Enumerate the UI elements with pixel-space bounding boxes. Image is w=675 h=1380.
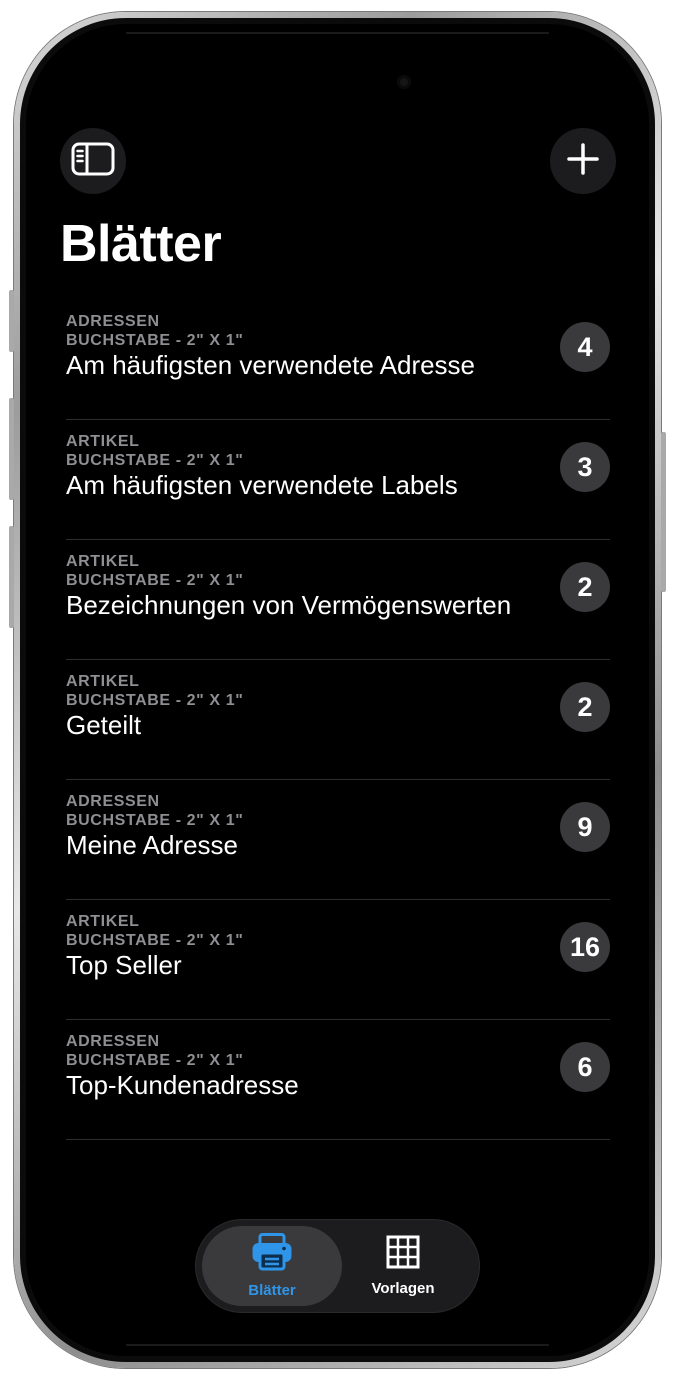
- tab-blaetter[interactable]: Blätter: [202, 1226, 342, 1306]
- sheet-name: Meine Adresse: [66, 830, 238, 860]
- sidebar-icon: [71, 142, 115, 181]
- sheet-size: BUCHSTABE - 2" X 1": [66, 452, 244, 469]
- sheet-row-1[interactable]: ARTIKEL BUCHSTABE - 2" X 1" Am häufigste…: [66, 420, 610, 540]
- sheet-size: BUCHSTABE - 2" X 1": [66, 932, 244, 949]
- sheet-category: ARTIKEL: [66, 433, 140, 450]
- front-camera: [397, 75, 411, 89]
- sheet-category: ADRESSEN: [66, 793, 160, 810]
- sheet-category: ARTIKEL: [66, 913, 140, 930]
- sheet-row-0[interactable]: ADRESSEN BUCHSTABE - 2" X 1" Am häufigst…: [66, 300, 610, 420]
- plus-icon: [567, 142, 599, 180]
- sheet-category: ADRESSEN: [66, 313, 160, 330]
- screen-top-edge: [126, 32, 549, 34]
- action-button: [9, 290, 14, 352]
- sheet-row-6[interactable]: ADRESSEN BUCHSTABE - 2" X 1" Top-Kundena…: [66, 1020, 610, 1140]
- sheet-size: BUCHSTABE - 2" X 1": [66, 332, 244, 349]
- sheet-count-badge: 6: [560, 1042, 610, 1092]
- tab-label: Blätter: [248, 1282, 296, 1299]
- add-button[interactable]: [550, 128, 616, 194]
- sheet-category: ARTIKEL: [66, 553, 140, 570]
- screen: Blätter ADRESSEN BUCHSTABE - 2" X 1" Am …: [26, 24, 649, 1356]
- printer-icon: [251, 1233, 293, 1276]
- grid-icon: [386, 1235, 420, 1274]
- sidebar-toggle-button[interactable]: [60, 128, 126, 194]
- volume-up-button: [9, 398, 14, 500]
- sheet-name: Top Seller: [66, 950, 182, 980]
- sheet-count-badge: 2: [560, 682, 610, 732]
- sheet-name: Am häufigsten verwendete Adresse: [66, 350, 476, 380]
- sheet-row-2[interactable]: ARTIKEL BUCHSTABE - 2" X 1" Bezeichnunge…: [66, 540, 610, 660]
- sheet-count-badge: 4: [560, 322, 610, 372]
- tab-label: Vorlagen: [371, 1280, 435, 1297]
- sheet-name: Geteilt: [66, 710, 142, 740]
- tab-vorlagen[interactable]: Vorlagen: [333, 1226, 473, 1306]
- volume-down-button: [9, 526, 14, 628]
- sheet-list: ADRESSEN BUCHSTABE - 2" X 1" Am häufigst…: [66, 300, 610, 1140]
- power-button: [661, 432, 666, 592]
- sheet-size: BUCHSTABE - 2" X 1": [66, 572, 244, 589]
- screen-bottom-edge: [126, 1344, 549, 1346]
- sheet-count-badge: 2: [560, 562, 610, 612]
- sheet-count-badge: 3: [560, 442, 610, 492]
- sheet-count-badge: 9: [560, 802, 610, 852]
- sheet-row-5[interactable]: ARTIKEL BUCHSTABE - 2" X 1" Top Seller 1…: [66, 900, 610, 1020]
- sheet-name: Bezeichnungen von Vermögenswerten: [66, 590, 512, 620]
- sheet-row-3[interactable]: ARTIKEL BUCHSTABE - 2" X 1" Geteilt 2: [66, 660, 610, 780]
- sheet-size: BUCHSTABE - 2" X 1": [66, 1052, 244, 1069]
- sheet-count-badge: 16: [560, 922, 610, 972]
- page-title: Blätter: [60, 215, 222, 273]
- sheet-category: ADRESSEN: [66, 1033, 160, 1050]
- sheet-name: Am häufigsten verwendete Labels: [66, 470, 458, 500]
- sheet-size: BUCHSTABE - 2" X 1": [66, 812, 244, 829]
- sheet-size: BUCHSTABE - 2" X 1": [66, 692, 244, 709]
- sheet-row-4[interactable]: ADRESSEN BUCHSTABE - 2" X 1" Meine Adres…: [66, 780, 610, 900]
- sheet-category: ARTIKEL: [66, 673, 140, 690]
- tab-bar: Blätter Vorlagen: [196, 1220, 479, 1312]
- sheet-name: Top-Kundenadresse: [66, 1070, 299, 1100]
